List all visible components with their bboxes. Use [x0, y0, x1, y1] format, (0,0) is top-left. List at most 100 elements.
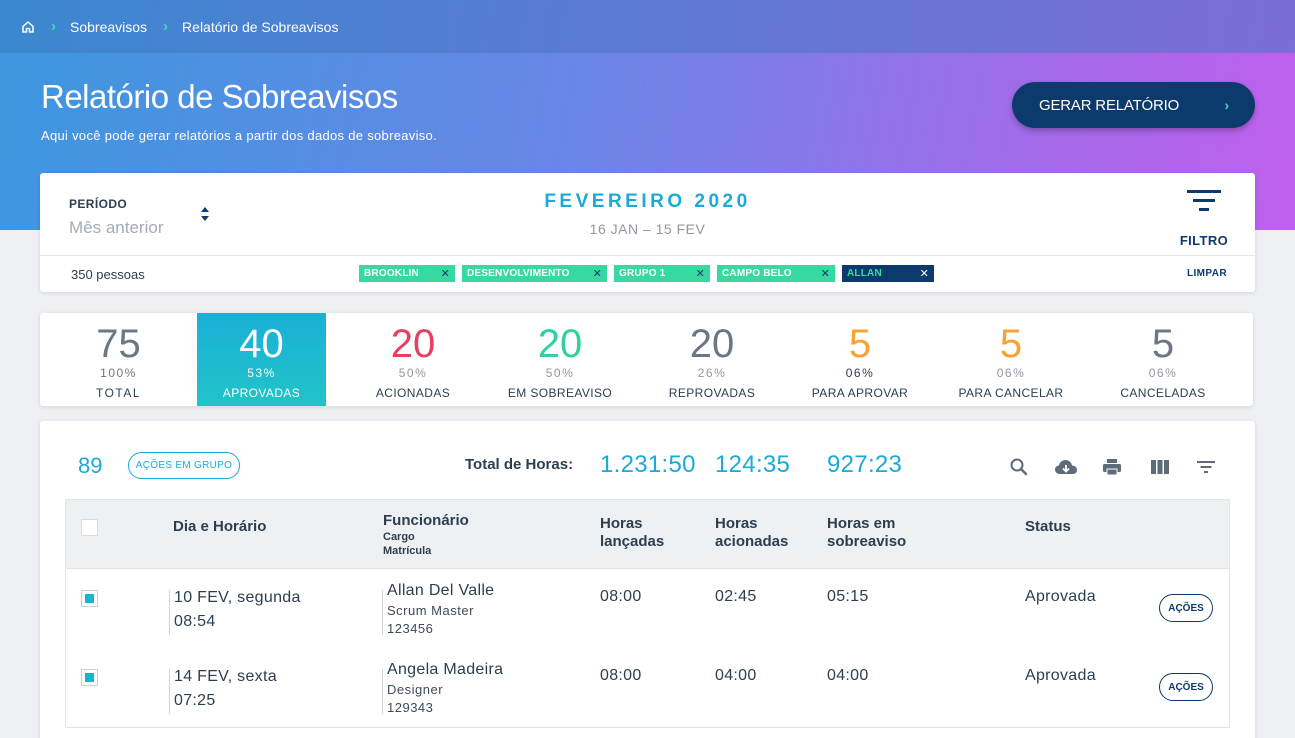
select-all-checkbox[interactable]	[81, 519, 98, 536]
column-header-status[interactable]: Status	[1025, 518, 1071, 536]
stat-approved[interactable]: 40 53% APROVADAS	[197, 313, 326, 406]
table-header: Dia e Horário Funcionário Cargo Matrícul…	[65, 499, 1230, 569]
row-date: 10 FEV, segunda	[174, 589, 301, 606]
chip-label: CAMPO BELO	[722, 268, 792, 279]
filter-card: PERÍODO Mês anterior FEVEREIRO 2020 16 J…	[40, 173, 1255, 292]
stat-label: CANCELADAS	[1120, 386, 1206, 400]
chip-label: BROOKLIN	[364, 268, 419, 279]
table-row[interactable]: 14 FEV, sexta 07:25 Angela Madeira Desig…	[65, 648, 1230, 728]
breadcrumb-item-current: Relatório de Sobreavisos	[182, 18, 339, 35]
divider	[382, 669, 383, 714]
total-triggered-hours: 124:35	[715, 451, 791, 478]
header-line: sobreaviso	[827, 533, 907, 550]
people-count: 350 pessoas	[71, 267, 145, 282]
stat-to-approve[interactable]: 5 06% PARA APROVAR	[785, 313, 935, 406]
stat-value: 20	[537, 322, 583, 366]
stat-percent: 06%	[1148, 366, 1178, 380]
filter-chip[interactable]: CAMPO BELO ✕	[717, 265, 835, 282]
stat-cancelled[interactable]: 5 06% CANCELADAS	[1087, 313, 1239, 406]
column-header-employee[interactable]: Funcionário Cargo Matrícula	[383, 512, 469, 558]
row-actions-button[interactable]: AÇÕES	[1159, 673, 1213, 701]
stat-rejected[interactable]: 20 26% REPROVADAS	[637, 313, 787, 406]
date-cell: 10 FEV, segunda 08:54	[174, 586, 301, 634]
clear-filters-link[interactable]: LIMPAR	[1187, 268, 1227, 279]
filter-chip[interactable]: GRUPO 1 ✕	[614, 265, 710, 282]
filter-list-icon[interactable]	[1196, 457, 1216, 477]
row-employee-id: 129343	[387, 700, 434, 715]
total-hours-label: Total de Horas:	[465, 456, 574, 473]
month-title: FEVEREIRO 2020	[544, 191, 751, 212]
close-icon[interactable]: ✕	[696, 267, 705, 280]
chevron-right-icon: ›	[1224, 97, 1230, 113]
total-launched-hours: 1.231:50	[600, 451, 696, 478]
divider	[169, 590, 170, 635]
stat-standby[interactable]: 20 50% EM SOBREAVISO	[485, 313, 635, 406]
chip-label: DESENVOLVIMENTO	[467, 268, 570, 279]
employee-header-label: Funcionário	[383, 512, 469, 529]
close-icon[interactable]: ✕	[920, 267, 929, 280]
column-header-triggered[interactable]: Horas acionadas	[715, 515, 788, 551]
group-actions-button[interactable]: AÇÕES EM GRUPO	[128, 452, 240, 479]
filter-chip[interactable]: ALLAN ✕	[842, 265, 934, 282]
chip-label: GRUPO 1	[619, 268, 666, 279]
generate-report-button[interactable]: GERAR RELATÓRIO ›	[1012, 82, 1255, 128]
row-time: 08:54	[174, 613, 216, 630]
column-header-standby[interactable]: Horas em sobreaviso	[827, 515, 906, 551]
cloud-download-icon[interactable]	[1054, 457, 1078, 477]
close-icon[interactable]: ✕	[821, 267, 830, 280]
row-actions-button[interactable]: AÇÕES	[1159, 594, 1213, 622]
chevron-right-icon: ›	[163, 18, 169, 35]
generate-report-label: GERAR RELATÓRIO	[1039, 96, 1180, 114]
stat-value: 5	[1151, 322, 1175, 366]
stat-label: TOTAL	[95, 386, 142, 400]
total-standby-hours: 927:23	[827, 451, 903, 478]
divider	[382, 590, 383, 635]
stat-percent: 06%	[996, 366, 1026, 380]
row-employee-name: Allan Del Valle	[387, 582, 495, 599]
columns-icon[interactable]	[1150, 457, 1170, 477]
filter-chip[interactable]: BROOKLIN ✕	[359, 265, 455, 282]
row-standby-hours: 05:15	[827, 588, 869, 605]
column-header-launched[interactable]: Horas lançadas	[600, 515, 664, 551]
stat-total[interactable]: 75 100% TOTAL	[40, 313, 197, 406]
stat-percent: 53%	[247, 366, 276, 380]
print-icon[interactable]	[1102, 457, 1122, 477]
header-line: Horas	[600, 515, 643, 532]
row-employee-name: Angela Madeira	[387, 661, 504, 678]
column-header-date[interactable]: Dia e Horário	[173, 518, 266, 536]
row-checkbox[interactable]	[81, 590, 98, 607]
row-employee-id: 123456	[387, 621, 434, 636]
employee-header-id: Matrícula	[383, 545, 432, 557]
row-triggered-hours: 04:00	[715, 667, 757, 684]
header-line: Horas	[715, 515, 758, 532]
stat-to-cancel[interactable]: 5 06% PARA CANCELAR	[936, 313, 1086, 406]
breadcrumb-item[interactable]: Sobreavisos	[70, 19, 147, 35]
stat-label: PARA CANCELAR	[958, 386, 1064, 400]
stat-percent: 50%	[398, 366, 428, 380]
stat-label: APROVADAS	[222, 386, 301, 400]
date-range: 16 JAN – 15 FEV	[589, 221, 706, 237]
filter-chip[interactable]: DESENVOLVIMENTO ✕	[462, 265, 607, 282]
close-icon[interactable]: ✕	[441, 267, 450, 280]
filter-button[interactable]: FILTRO	[1178, 190, 1230, 248]
close-icon[interactable]: ✕	[593, 267, 602, 280]
stat-value: 5	[999, 322, 1023, 366]
stat-label: ACIONADAS	[375, 386, 451, 400]
row-employee-role: Designer	[387, 682, 444, 697]
stat-label: EM SOBREAVISO	[507, 386, 613, 400]
row-launched-hours: 08:00	[600, 588, 642, 605]
page-subtitle: Aqui você pode gerar relatórios a partir…	[41, 128, 437, 143]
record-count: 89	[78, 453, 103, 478]
stat-triggered[interactable]: 20 50% ACIONADAS	[338, 313, 488, 406]
row-checkbox[interactable]	[81, 669, 98, 686]
table-row[interactable]: 10 FEV, segunda 08:54 Allan Del Valle Sc…	[65, 569, 1230, 649]
filter-icon	[1187, 190, 1221, 211]
date-cell: 14 FEV, sexta 07:25	[174, 665, 277, 713]
home-icon[interactable]	[21, 20, 35, 34]
row-time: 07:25	[174, 692, 216, 709]
records-table-card: 89 AÇÕES EM GRUPO Total de Horas: 1.231:…	[40, 421, 1255, 738]
stat-value: 5	[848, 322, 872, 366]
search-icon[interactable]	[1009, 457, 1029, 477]
page-title: Relatório de Sobreavisos	[41, 78, 398, 115]
chip-label: ALLAN	[847, 268, 882, 279]
